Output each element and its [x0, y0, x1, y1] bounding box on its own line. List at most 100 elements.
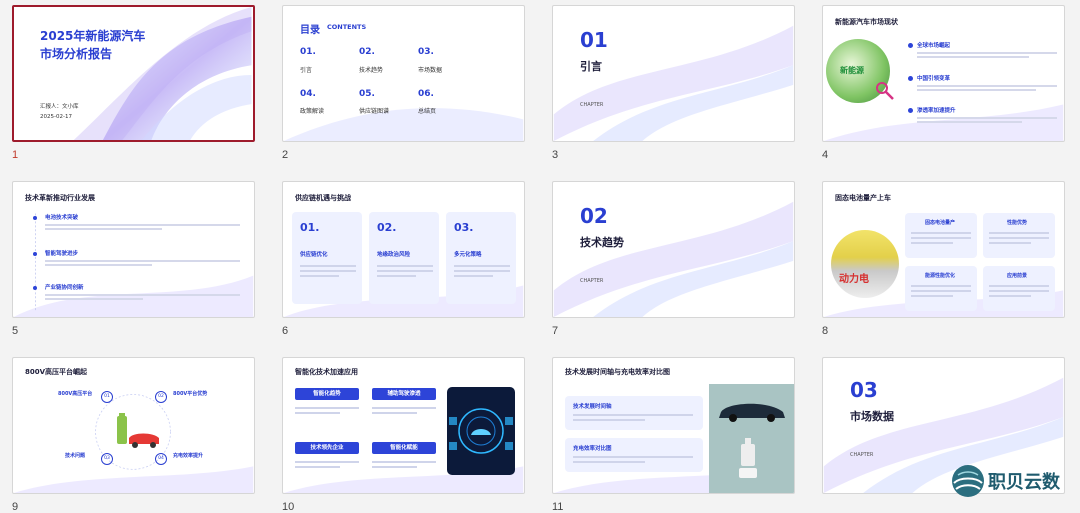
toc-num: 03. — [418, 47, 434, 57]
magnifier-icon — [876, 82, 894, 100]
slide-5[interactable]: 技术革新推动行业发展 电池技术突破 智能驾驶进步 产业链协同创新 — [12, 181, 255, 318]
info-card: 能源性能优化 — [905, 266, 977, 311]
chapter-label: CHAPTER — [580, 278, 604, 284]
feature-pill: 技术领先企业 — [295, 442, 359, 454]
pill-body — [372, 458, 436, 468]
point-title: 中国引领变革 — [917, 76, 951, 82]
slide-3[interactable]: 01 引言 CHAPTER — [552, 5, 795, 142]
card-body — [573, 453, 693, 463]
point-body — [45, 222, 240, 230]
point-title: 智能驾驶进步 — [45, 251, 79, 257]
toc-label: 引言 — [300, 67, 313, 74]
card-title: 供应链优化 — [300, 252, 328, 258]
section-title: 引言 — [580, 60, 602, 73]
pill-body — [372, 404, 436, 414]
card-title: 充电效率对比图 — [573, 446, 612, 452]
card-title: 地缘政治风险 — [377, 252, 411, 258]
section-number: 01 — [580, 28, 608, 52]
item-title: 800V平台优势 — [173, 391, 208, 397]
slide-9[interactable]: 800V高压平台崛起 800V高压平台 01 02 800V平台优势 技术问题 … — [12, 357, 255, 494]
slide-10[interactable]: 智能化技术加速应用 智能化趋势 辅助驾驶渗透 技术领先企业 智能化赋能 — [282, 357, 525, 494]
point-body — [917, 50, 1057, 62]
slide-8[interactable]: 固态电池量产上车 动力电 固态电池量产 性能优势 能源性能优化 应用前景 — [822, 181, 1065, 318]
slide-6[interactable]: 供应链机遇与挑战 01. 供应链优化 02. 地缘政治风险 03. 多元化策略 — [282, 181, 525, 318]
smart-car-icon — [449, 408, 513, 454]
info-card: 性能优势 — [983, 213, 1055, 258]
slide-title: 供应链机遇与挑战 — [295, 194, 351, 202]
slide-title: 智能化技术加速应用 — [295, 368, 358, 376]
slide-7[interactable]: 02 技术趋势 CHAPTER — [552, 181, 795, 318]
card-number: 03. — [454, 221, 474, 234]
slide-title: 技术发展时间轴与充电效率对比图 — [565, 368, 670, 376]
card-title: 技术发展时间轴 — [573, 404, 612, 410]
image-label: 动力电 — [839, 274, 869, 285]
item-number: 03 — [101, 453, 113, 465]
date: 2025-02-17 — [40, 114, 72, 120]
section-title: 技术趋势 — [580, 236, 624, 249]
card-body — [989, 282, 1049, 297]
slide-11[interactable]: 技术发展时间轴与充电效率对比图 技术发展时间轴 充电效率对比图 — [552, 357, 795, 494]
bullet-icon — [33, 286, 37, 290]
toc-title: 目录 — [300, 25, 320, 36]
card-body — [300, 262, 356, 277]
feature-pill: 智能化赋能 — [372, 442, 436, 454]
card-number: 02. — [377, 221, 397, 234]
point-title: 渗透率加速提升 — [917, 108, 956, 114]
point-title: 产业链协同创新 — [45, 285, 84, 291]
reporter: 汇报人：文小库 — [40, 104, 79, 110]
card-body — [989, 229, 1049, 244]
point-body — [45, 292, 240, 300]
slide-number: 2 — [282, 149, 289, 161]
card-title: 固态电池量产 — [925, 220, 956, 226]
slide-title: 新能源汽车市场现状 — [835, 18, 898, 26]
info-card: 03. 多元化策略 — [446, 212, 516, 304]
pill-body — [295, 404, 359, 414]
globe-logo-icon — [952, 465, 984, 497]
slide-1[interactable]: 2025年新能源汽车 市场分析报告 汇报人：文小库 2025-02-17 — [12, 5, 255, 142]
point-body — [917, 115, 1057, 127]
item-title: 充电效率提升 — [173, 453, 204, 459]
slide-title: 固态电池量产上车 — [835, 194, 891, 202]
toc-label: 政策解读 — [300, 108, 325, 115]
card-title: 能源性能优化 — [925, 273, 956, 279]
slide-number: 5 — [12, 325, 19, 337]
feature-pill: 辅助驾驶渗透 — [372, 388, 436, 400]
slide-number: 10 — [282, 501, 295, 513]
slide-number: 6 — [282, 325, 289, 337]
toc-label: 技术趋势 — [359, 67, 384, 74]
slide-4[interactable]: 新能源汽车市场现状 新能源 全球市场崛起 中国引领变革 渗透率加速提升 — [822, 5, 1065, 142]
card-number: 01. — [300, 221, 320, 234]
slide-number: 1 — [12, 149, 19, 161]
slide-number: 3 — [552, 149, 559, 161]
slide-2[interactable]: 目录 CONTENTS 01. 引言 02. 技术趋势 03. 市场数据 04.… — [282, 5, 525, 142]
ev-charging-illustration — [117, 413, 159, 448]
point-body — [917, 83, 1057, 95]
slide-number: 9 — [12, 501, 19, 513]
smart-car-image — [447, 387, 515, 475]
card-body — [911, 229, 971, 244]
bullet-icon — [908, 108, 913, 113]
slide-title: 技术革新推动行业发展 — [25, 194, 95, 202]
bullet-icon — [33, 252, 37, 256]
watermark-text: 职贝云数 — [988, 472, 1060, 493]
info-card: 技术发展时间轴 — [565, 396, 703, 430]
bullet-icon — [908, 43, 913, 48]
card-title: 性能优势 — [1007, 220, 1028, 226]
info-card: 01. 供应链优化 — [292, 212, 362, 304]
slide-title: 2025年新能源汽车 — [40, 29, 146, 43]
info-card: 02. 地缘政治风险 — [369, 212, 439, 304]
toc-label: 供应链图谱 — [359, 108, 390, 115]
car-charger-icon — [719, 403, 785, 478]
slide-number: 4 — [822, 149, 829, 161]
bullet-icon — [908, 76, 913, 81]
card-title: 多元化策略 — [454, 252, 482, 258]
slide-title: 800V高压平台崛起 — [25, 368, 88, 376]
slide-number: 7 — [552, 325, 559, 337]
pill-body — [295, 458, 359, 468]
image-label: 新能源 — [840, 66, 864, 75]
toc-num: 05. — [359, 89, 375, 99]
chapter-label: CHAPTER — [850, 452, 874, 458]
battery-image: 动力电 — [831, 230, 899, 298]
item-number: 01 — [101, 391, 113, 403]
item-number: 02 — [155, 391, 167, 403]
